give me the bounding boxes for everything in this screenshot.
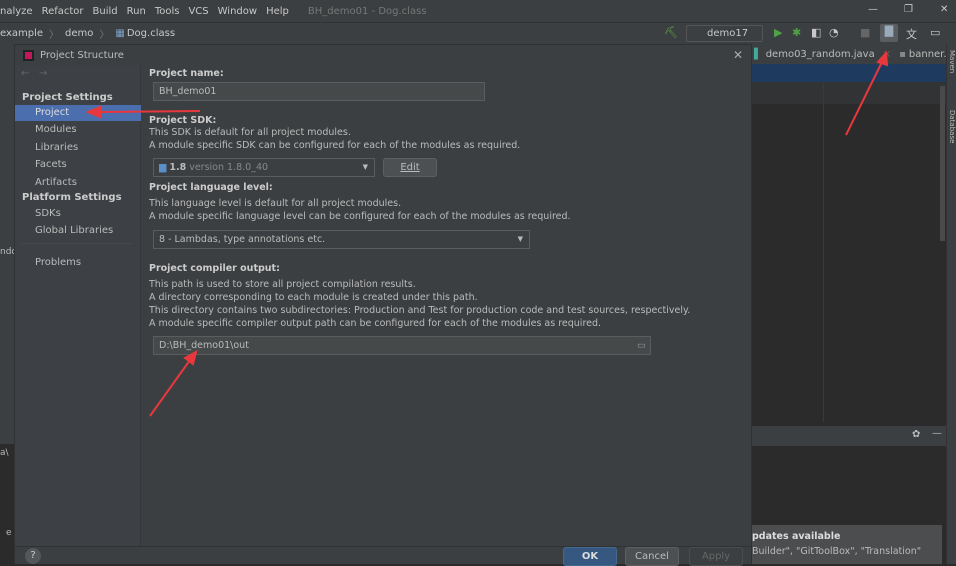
sidebar-item-sdks[interactable]: SDKs: [15, 206, 141, 222]
platform-settings-header: Platform Settings: [22, 192, 122, 203]
left-ide-strip: ndc a\ e: [0, 44, 16, 564]
sdk-select[interactable]: ▆ 1.8 version 1.8.0_40 ▼: [153, 158, 375, 177]
updates-notification[interactable]: pdates available Builder", "GitToolBox",…: [752, 525, 942, 564]
cancel-button[interactable]: Cancel: [625, 547, 679, 566]
language-level-select[interactable]: 8 - Lambdas, type annotations etc. ▼: [153, 230, 530, 249]
ide-text-fragment: a\: [0, 448, 9, 458]
language-level-label: Project language level:: [149, 182, 273, 193]
close-tab-icon[interactable]: ×: [883, 49, 891, 60]
sidebar-item-global-libraries[interactable]: Global Libraries: [15, 223, 141, 239]
notification-body: Builder", "GitToolBox", "Translation": [752, 546, 922, 557]
navigation-bar: example〉 demo〉 ▦ Dog.class ⛏ demo17 ▼ ▶ …: [0, 22, 956, 53]
sidebar-item-modules[interactable]: Modules: [15, 122, 141, 138]
run-config-select[interactable]: demo17 ▼: [686, 25, 763, 53]
tab-demo03-random[interactable]: demo03_random.java: [766, 49, 875, 60]
language-level-description: A module specific language level can be …: [149, 211, 571, 222]
dialog-footer: ? OK Cancel Apply: [15, 546, 751, 566]
database-panel-button[interactable]: Database: [948, 110, 956, 143]
java-file-icon: ▌: [754, 48, 762, 60]
dialog-sidebar: ← → Project Settings Project Modules Lib…: [15, 65, 141, 546]
editor-banner: [752, 64, 946, 82]
terminal-icon[interactable]: ▭: [930, 26, 940, 39]
sdk-description: A module specific SDK can be configured …: [149, 140, 521, 151]
translate-icon[interactable]: 文: [906, 26, 917, 42]
chevron-down-icon: ▼: [517, 235, 523, 243]
edit-sdk-button[interactable]: Edit: [383, 158, 437, 177]
file-icon: ▪: [899, 48, 906, 60]
project-settings-header: Project Settings: [22, 92, 113, 103]
profile-icon[interactable]: ◔: [829, 26, 839, 39]
sdk-folder-icon: ▆: [159, 162, 167, 173]
sidebar-item-facets[interactable]: Facets: [15, 157, 141, 173]
chevron-down-icon: ▼: [362, 163, 368, 171]
notification-title: pdates available: [752, 531, 841, 542]
language-level-description: This language level is default for all p…: [149, 198, 402, 209]
project-name-label: Project name:: [149, 68, 224, 79]
compiler-output-input[interactable]: D:\BH_demo01\out ▭: [153, 336, 651, 355]
tab-banner[interactable]: banner.: [909, 49, 947, 60]
sidebar-item-artifacts[interactable]: Artifacts: [15, 175, 141, 191]
project-name-input[interactable]: BH_demo01: [153, 82, 485, 101]
forward-arrow-icon[interactable]: →: [39, 68, 47, 79]
breadcrumb-demo[interactable]: demo: [65, 28, 93, 39]
close-dialog-icon[interactable]: ✕: [733, 48, 743, 62]
language-level-value: 8 - Lambdas, type annotations etc.: [159, 234, 326, 245]
compiler-output-label: Project compiler output:: [149, 263, 280, 274]
help-button[interactable]: ?: [25, 548, 41, 564]
compiler-output-description: This path is used to store all project c…: [149, 279, 416, 290]
sidebar-item-problems[interactable]: Problems: [15, 255, 141, 271]
intellij-logo-icon: [23, 49, 34, 61]
scrollbar[interactable]: [940, 86, 945, 241]
compiler-output-description: A directory corresponding to each module…: [149, 292, 478, 303]
sdk-value: 1.8: [169, 162, 187, 173]
browse-folder-icon[interactable]: ▭: [637, 337, 646, 354]
project-structure-icon[interactable]: ▇: [880, 24, 898, 42]
menu-analyze[interactable]: nalyze: [0, 6, 33, 17]
run-config-label: demo17: [707, 28, 749, 39]
breadcrumb-example[interactable]: example: [0, 28, 43, 39]
dialog-title: Project Structure: [40, 49, 124, 61]
editor-tabs: ▌ demo03_random.java × ▪ banner. ⌄: [752, 44, 956, 64]
window-title: BH_demo01 - Dog.class: [307, 5, 427, 17]
editor-area: ▌ demo03_random.java × ▪ banner. ⌄ ✿ —: [752, 44, 956, 564]
menu-refactor[interactable]: Refactor: [42, 6, 84, 17]
gear-icon[interactable]: ✿: [912, 429, 920, 440]
ide-text-fragment: e: [6, 528, 12, 538]
breadcrumb-dog-class[interactable]: Dog.class: [127, 28, 175, 39]
project-structure-dialog: Project Structure ✕ ← → Project Settings…: [14, 44, 752, 566]
menu-bar: nalyze Refactor Build Run Tools VCS Wind…: [0, 0, 956, 22]
right-tool-strip: Maven Database: [946, 44, 956, 564]
menu-window[interactable]: Window: [218, 6, 257, 17]
ok-button[interactable]: OK: [563, 547, 617, 566]
sdk-description: This SDK is default for all project modu…: [149, 127, 351, 138]
menu-build[interactable]: Build: [93, 6, 118, 17]
dialog-title-bar: Project Structure ✕: [15, 45, 751, 65]
sdk-version: version 1.8.0_40: [189, 162, 269, 173]
apply-button[interactable]: Apply: [689, 547, 743, 566]
menu-tools[interactable]: Tools: [155, 6, 180, 17]
compiler-output-value: D:\BH_demo01\out: [159, 340, 249, 351]
menu-help[interactable]: Help: [266, 6, 289, 17]
compiler-output-description: This directory contains two subdirectori…: [149, 305, 691, 316]
tool-window-header: ✿ —: [752, 426, 946, 446]
stop-icon[interactable]: ■: [860, 26, 870, 39]
maven-panel-button[interactable]: Maven: [948, 50, 956, 73]
run-icon[interactable]: ▶: [774, 26, 782, 39]
build-hammer-icon[interactable]: ⛏: [664, 26, 678, 39]
back-arrow-icon[interactable]: ←: [21, 68, 29, 79]
maximize-button[interactable]: ❐: [904, 4, 913, 15]
debug-icon[interactable]: ✱: [792, 26, 801, 39]
hide-icon[interactable]: —: [932, 428, 942, 439]
coverage-icon[interactable]: ◧: [811, 26, 821, 39]
close-window-button[interactable]: ✕: [940, 4, 948, 15]
menu-run[interactable]: Run: [127, 6, 146, 17]
project-sdk-label: Project SDK:: [149, 115, 217, 126]
menu-vcs[interactable]: VCS: [188, 6, 208, 17]
sidebar-item-libraries[interactable]: Libraries: [15, 140, 141, 156]
compiler-output-description: A module specific compiler output path c…: [149, 318, 602, 329]
class-file-icon: ▦: [115, 28, 125, 39]
minimize-button[interactable]: —: [868, 4, 878, 15]
sidebar-item-project[interactable]: Project: [15, 105, 141, 121]
